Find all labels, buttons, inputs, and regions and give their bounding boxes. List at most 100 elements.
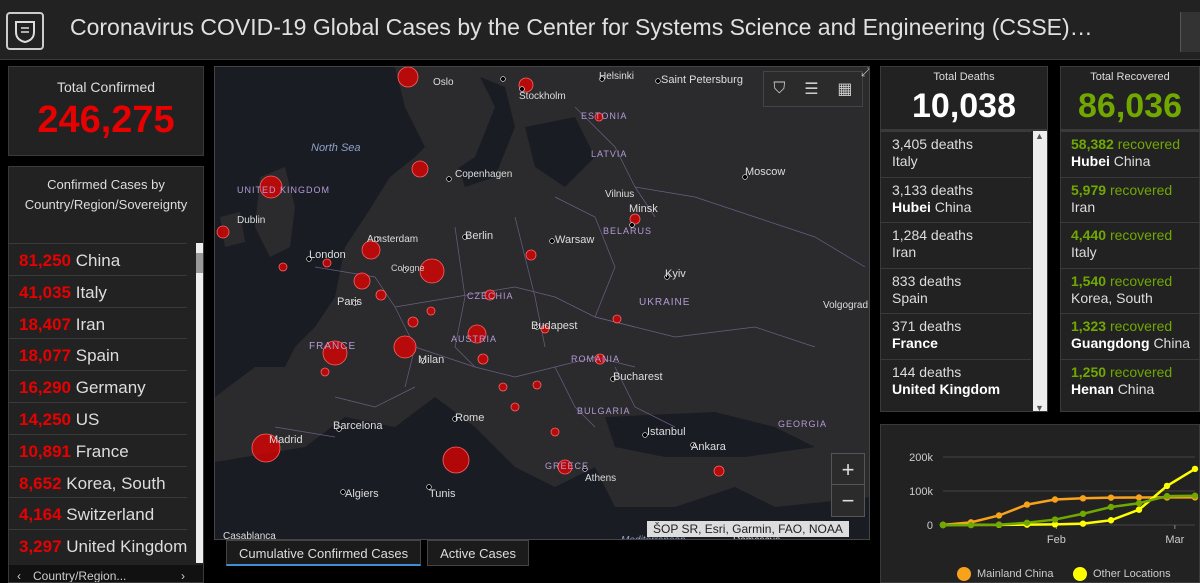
deaths-row[interactable]: 371 deaths France: [881, 313, 1031, 359]
series-point[interactable]: [1135, 506, 1143, 513]
case-bubble[interactable]: [353, 272, 371, 290]
country-row[interactable]: 41,035 Italy: [9, 274, 187, 307]
case-bubble[interactable]: [550, 427, 560, 437]
map-label: GEORGIA: [778, 419, 827, 429]
basemap-gallery-icon[interactable]: ▦: [837, 79, 852, 99]
recovered-row[interactable]: 1,323 recovered Guangdong China: [1061, 313, 1199, 359]
legend-list-icon[interactable]: ☰: [804, 79, 818, 99]
country-row[interactable]: 3,297 United Kingdom: [9, 529, 187, 561]
cases-line-chart[interactable]: 0 100k 200k Feb Mar: [881, 425, 1200, 583]
case-bubble[interactable]: [612, 314, 622, 324]
country-row[interactable]: 4,164 Switzerland: [9, 497, 187, 529]
case-bubble[interactable]: [426, 306, 436, 316]
country-row[interactable]: 18,077 Spain: [9, 338, 187, 370]
legend-mainland-china[interactable]: Mainland China: [957, 567, 1053, 581]
recovered-row[interactable]: 1,540 recovered Korea, South: [1061, 267, 1199, 314]
country-list-nav[interactable]: ‹ Country/Region... ›: [9, 565, 203, 583]
recovered-country: China: [1113, 153, 1151, 169]
deaths-row[interactable]: 144 deaths United Kingdom: [881, 358, 1031, 405]
series-point[interactable]: [995, 521, 1003, 528]
case-bubble[interactable]: [393, 335, 417, 359]
series-point[interactable]: [1079, 520, 1087, 527]
series-point[interactable]: [995, 512, 1003, 519]
series-point[interactable]: [1163, 482, 1171, 490]
case-bubble[interactable]: [477, 353, 489, 365]
scroll-up-icon[interactable]: ▲: [1035, 131, 1044, 141]
map-label: London: [309, 249, 346, 261]
case-bubble[interactable]: [397, 67, 419, 88]
country-row[interactable]: 8,652 Korea, South: [9, 465, 187, 498]
series-point[interactable]: [1107, 503, 1115, 511]
case-bubble[interactable]: [498, 382, 508, 392]
tab-active-cases[interactable]: Active Cases: [427, 540, 529, 566]
series-point[interactable]: [1163, 492, 1171, 500]
case-bubble[interactable]: [442, 446, 470, 474]
legend-other-locations[interactable]: Other Locations: [1073, 567, 1171, 581]
country-name: United Kingdom: [66, 537, 188, 557]
case-bubble[interactable]: [278, 262, 288, 272]
case-bubble[interactable]: [407, 316, 419, 328]
country-row[interactable]: 16,290 Germany: [9, 370, 187, 402]
scrollbar-thumb[interactable]: [196, 253, 203, 273]
case-bubble[interactable]: [510, 402, 520, 412]
deaths-row[interactable]: 833 deaths Spain: [881, 267, 1031, 314]
series-point[interactable]: [939, 521, 947, 529]
country-name: Germany: [75, 378, 146, 398]
map-label: Casablanca: [223, 531, 276, 540]
zoom-in-button[interactable]: +: [832, 454, 864, 485]
case-bubble[interactable]: [532, 380, 542, 390]
header-menu-button[interactable]: [1180, 12, 1200, 52]
series-point[interactable]: [1135, 494, 1143, 501]
chevron-left-icon[interactable]: ‹: [17, 569, 21, 582]
map-label: Algiers: [345, 488, 379, 500]
case-bubble[interactable]: [216, 225, 230, 239]
deaths-row[interactable]: 3,405 deaths Italy: [881, 131, 1031, 177]
series-point[interactable]: [967, 521, 975, 529]
case-bubble[interactable]: [375, 289, 387, 301]
fullscreen-icon[interactable]: ⤢: [861, 67, 869, 80]
recovered-region: Guangdong: [1071, 335, 1150, 351]
case-bubble[interactable]: [525, 249, 537, 261]
recovered-list-panel: 58,382 recovered Hubei China 5,979 recover…: [1060, 130, 1200, 412]
series-point[interactable]: [1023, 519, 1031, 526]
country-row[interactable]: 14,250 US: [9, 401, 187, 434]
country-list-scrollbar[interactable]: [196, 243, 203, 563]
recovered-location: Iran: [1071, 199, 1199, 216]
deaths-list-scrollbar[interactable]: ▲ ▼: [1033, 131, 1047, 411]
recovered-row[interactable]: 58,382 recovered Hubei China: [1061, 131, 1199, 177]
recovered-row[interactable]: 4,440 recovered Italy: [1061, 222, 1199, 268]
case-bubble[interactable]: [411, 160, 429, 178]
country-row[interactable]: 81,250 China: [9, 243, 187, 275]
series-point[interactable]: [1191, 492, 1199, 499]
scroll-down-icon[interactable]: ▼: [1035, 403, 1044, 411]
tab-cumulative-confirmed[interactable]: Cumulative Confirmed Cases: [226, 540, 422, 566]
series-point[interactable]: [1107, 494, 1115, 501]
bookmark-icon[interactable]: ⛉: [773, 80, 785, 98]
series-point[interactable]: [1191, 465, 1199, 473]
deaths-row[interactable]: 3,133 deaths Hubei China: [881, 176, 1031, 223]
case-bubble[interactable]: [713, 465, 725, 477]
zoom-out-button[interactable]: −: [832, 485, 864, 516]
series-point[interactable]: [1051, 496, 1059, 503]
recovered-row[interactable]: 5,979 recovered Iran: [1061, 176, 1199, 223]
series-point[interactable]: [1135, 500, 1143, 507]
recovered-row[interactable]: 1,250 recovered Henan China: [1061, 358, 1199, 405]
recovered-count-line: 1,250 recovered: [1071, 364, 1199, 381]
chevron-right-icon[interactable]: ›: [181, 569, 185, 582]
series-point[interactable]: [1023, 501, 1031, 508]
series-point[interactable]: [1079, 510, 1087, 517]
europe-map[interactable]: North Sea UNITED KINGDOM Dublin London Amste…: [215, 67, 870, 540]
recovered-location: Henan China: [1071, 381, 1199, 398]
total-recovered-label: Total Recovered: [1090, 71, 1170, 83]
map-label: CZECHIA: [467, 291, 514, 301]
map-label: Warsaw: [555, 234, 594, 246]
map-panel[interactable]: North Sea UNITED KINGDOM Dublin London Amste…: [214, 66, 870, 540]
country-row[interactable]: 10,891 France: [9, 433, 187, 466]
series-point[interactable]: [1079, 495, 1087, 502]
series-point[interactable]: [1107, 517, 1115, 524]
country-row[interactable]: 18,407 Iran: [9, 306, 187, 339]
series-point[interactable]: [1051, 516, 1059, 523]
case-bubble[interactable]: [320, 367, 330, 377]
deaths-row[interactable]: 1,284 deaths Iran: [881, 222, 1031, 268]
country-list-nav-label: Country/Region...: [33, 569, 127, 583]
